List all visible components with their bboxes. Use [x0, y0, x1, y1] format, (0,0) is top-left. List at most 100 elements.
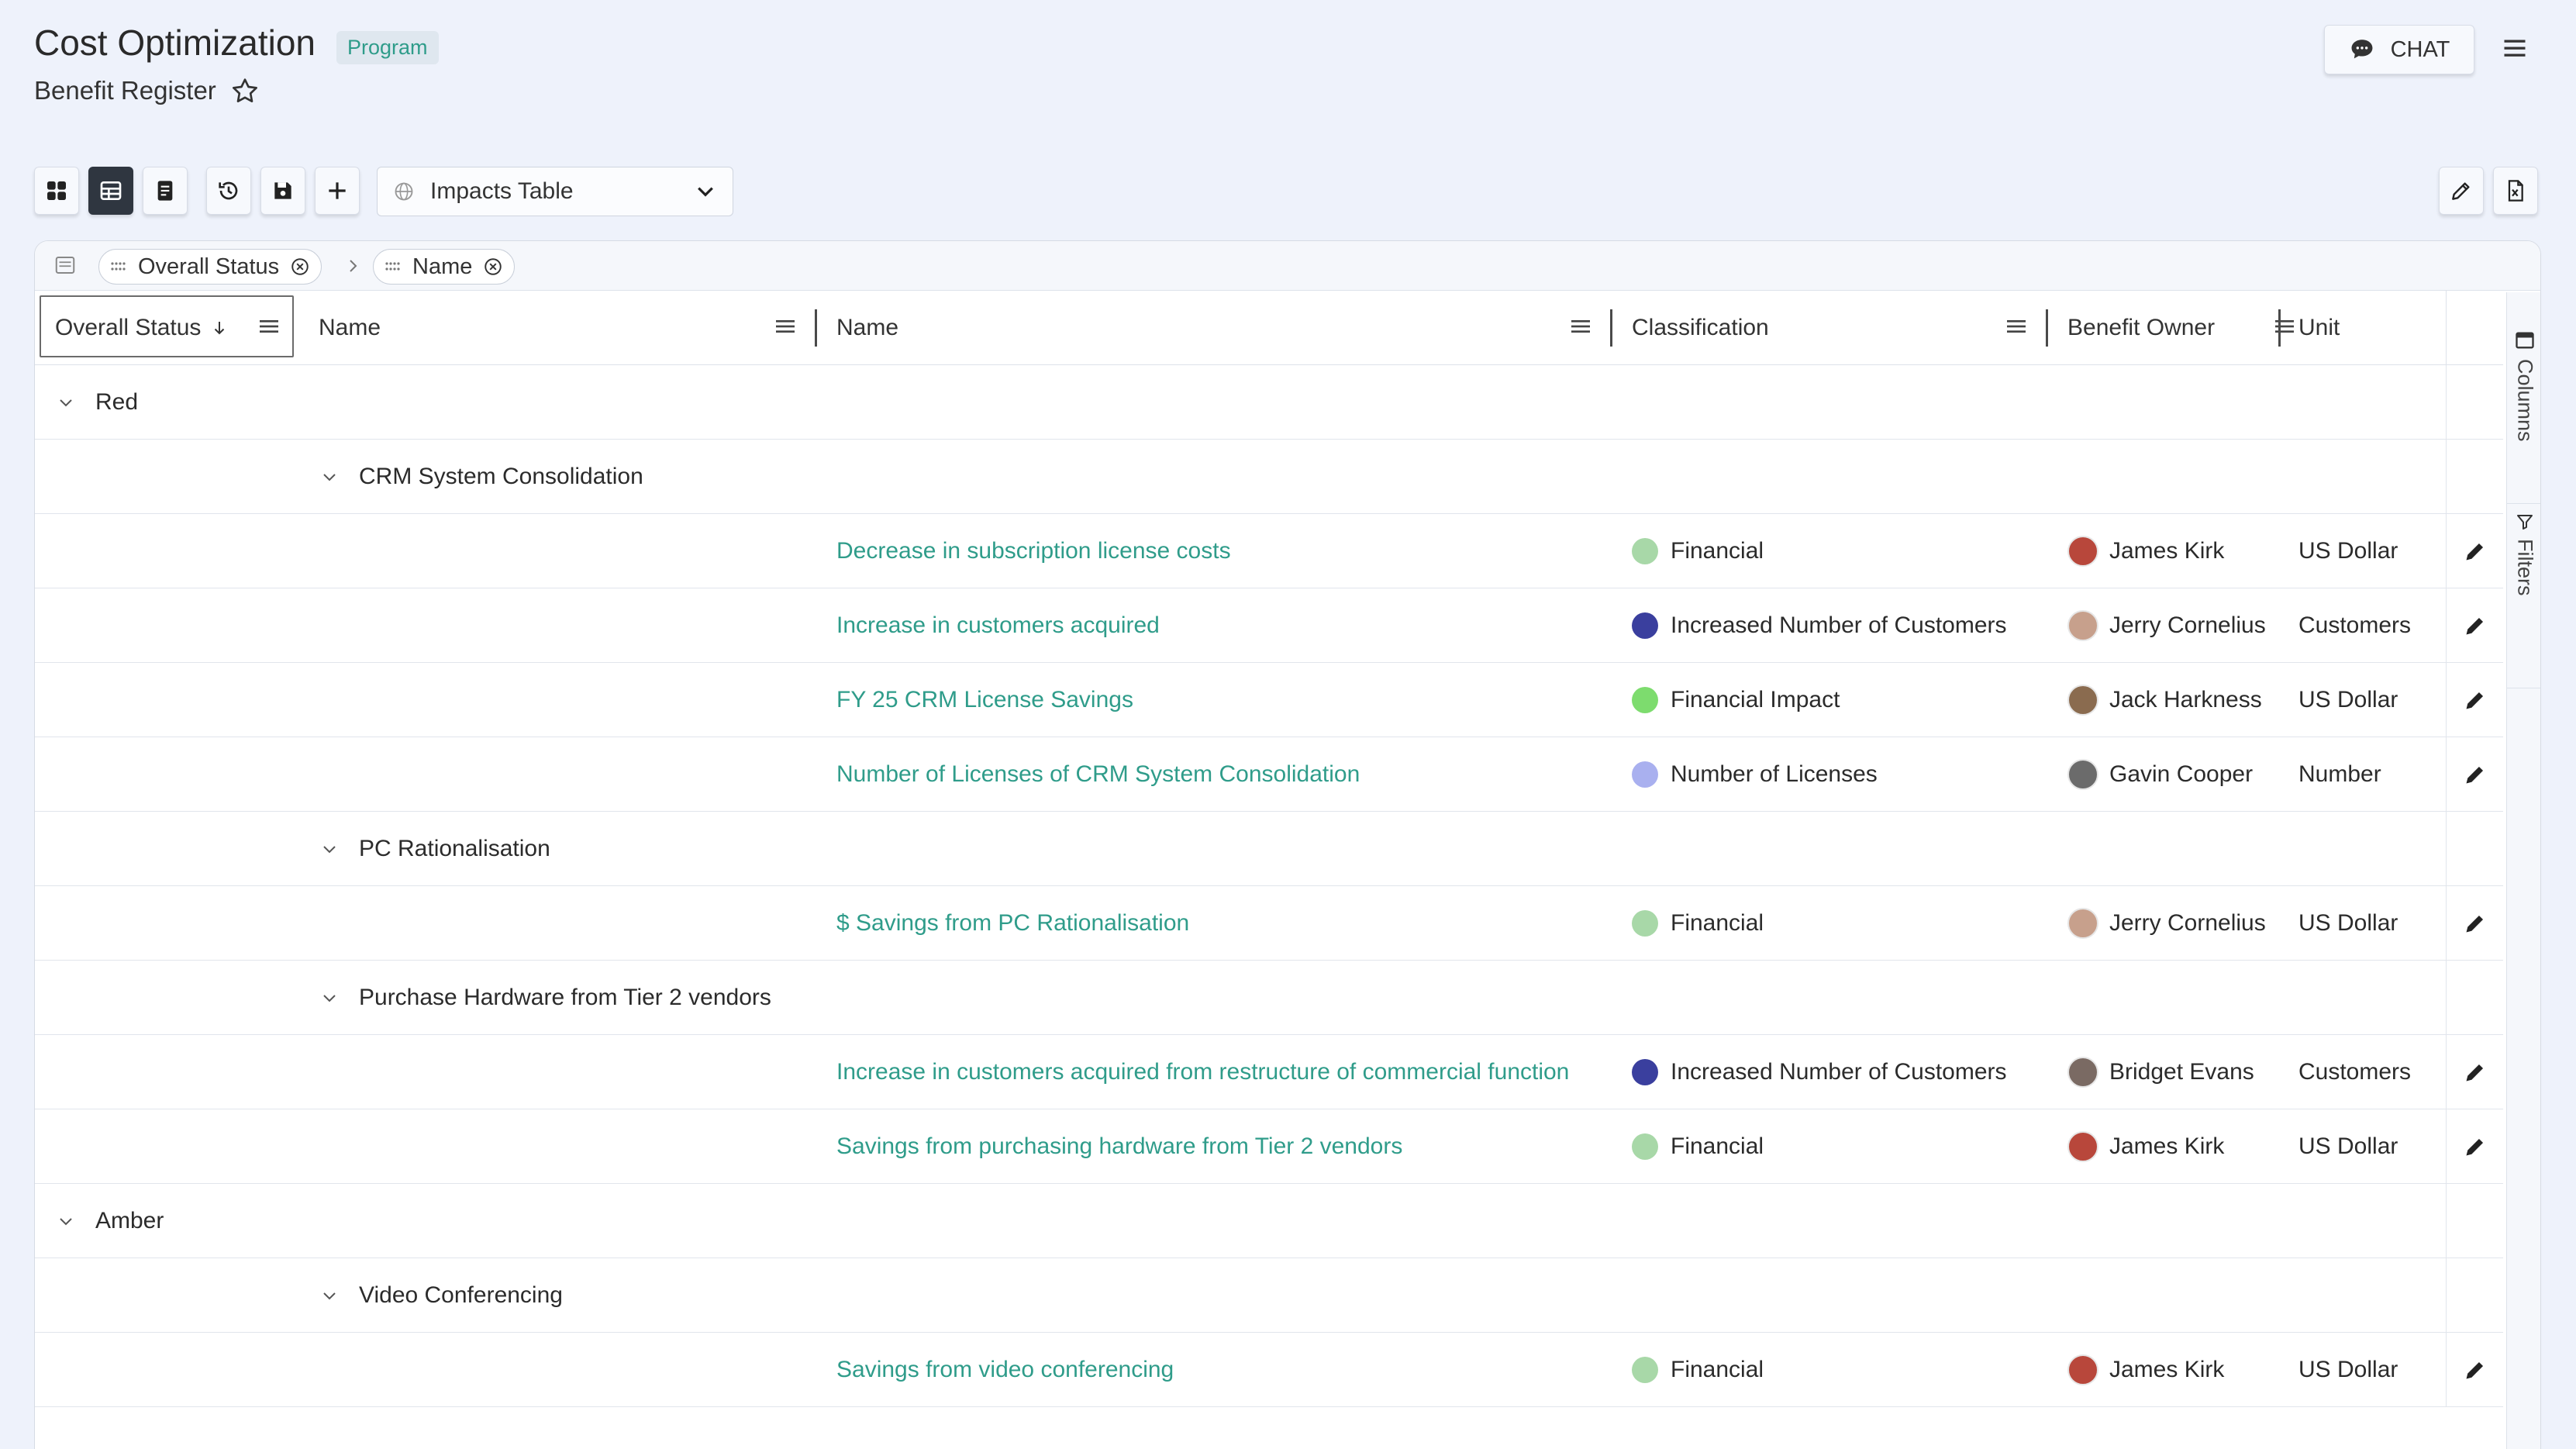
column-header-group-name[interactable]: Name	[319, 291, 381, 365]
table-row[interactable]: Savings from purchasing hardware from Ti…	[35, 1109, 2503, 1184]
name-group-toggle[interactable]: Purchase Hardware from Tier 2 vendors	[320, 961, 771, 1035]
chevron-down-icon[interactable]	[320, 1286, 339, 1305]
column-resize-handle[interactable]	[2278, 309, 2281, 347]
table-row[interactable]: Savings from video conferencing Financial…	[35, 1333, 2503, 1407]
status-group-toggle[interactable]: Red	[57, 365, 138, 440]
row-edit-button[interactable]	[2462, 1109, 2488, 1184]
table-row[interactable]: Increase in customers acquired from rest…	[35, 1035, 2503, 1109]
chevron-down-icon[interactable]	[320, 988, 339, 1007]
chevron-down-icon[interactable]	[57, 1212, 75, 1230]
report-button[interactable]	[143, 167, 188, 215]
table-row[interactable]: Decrease in subscription license costs Fi…	[35, 514, 2503, 588]
column-header-unit[interactable]: Unit	[2298, 291, 2340, 365]
row-action-cell	[2446, 1184, 2503, 1258]
pencil-icon	[2466, 766, 2484, 784]
classification-cell: Financial Impact	[1632, 663, 1840, 737]
table-row[interactable]: $ Savings from PC Rationalisation Financi…	[35, 886, 2503, 961]
group-chip-label: Name	[412, 254, 473, 279]
benefit-owner-cell: James Kirk	[2067, 1109, 2224, 1184]
name-group-row[interactable]: CRM System Consolidation	[35, 440, 2503, 514]
row-action-cell	[2446, 1035, 2503, 1109]
row-edit-button[interactable]	[2462, 663, 2488, 737]
avatar	[2067, 610, 2098, 641]
view-select[interactable]: Impacts Table	[377, 167, 733, 216]
column-menu-icon[interactable]	[2272, 314, 2297, 339]
group-panel-icon[interactable]	[53, 254, 77, 277]
column-menu-icon[interactable]	[773, 314, 798, 339]
row-edit-button[interactable]	[2462, 588, 2488, 663]
table-view-button[interactable]	[88, 167, 133, 215]
pencil-icon	[2466, 1064, 2484, 1082]
name-group-row[interactable]: Video Conferencing	[35, 1258, 2503, 1333]
impact-name-link[interactable]: Increase in customers acquired	[836, 588, 1160, 663]
row-edit-button[interactable]	[2462, 514, 2488, 588]
name-group-toggle[interactable]: PC Rationalisation	[320, 812, 550, 886]
group-chip-overall-status[interactable]: Overall Status	[98, 249, 322, 285]
status-group-row[interactable]: Red	[35, 365, 2503, 440]
name-group-toggle[interactable]: Video Conferencing	[320, 1258, 563, 1333]
columns-panel-tab[interactable]: Columns	[2507, 329, 2540, 442]
name-group-row[interactable]: PC Rationalisation	[35, 812, 2503, 886]
chat-button[interactable]: CHAT	[2324, 25, 2474, 74]
unit-cell: US Dollar	[2298, 538, 2398, 564]
grid-view-button[interactable]	[34, 167, 79, 215]
column-menu-icon[interactable]	[2004, 314, 2029, 339]
column-menu-icon[interactable]	[257, 314, 281, 339]
remove-circle-icon[interactable]	[290, 257, 310, 277]
row-edit-button[interactable]	[2462, 1035, 2488, 1109]
classification-color-dot	[1632, 761, 1658, 788]
rail-divider	[2507, 503, 2540, 504]
column-menu-icon[interactable]	[1568, 314, 1593, 339]
edit-view-button[interactable]	[2439, 167, 2484, 215]
name-group-label: CRM System Consolidation	[359, 464, 643, 489]
row-edit-button[interactable]	[2462, 737, 2488, 812]
filters-panel-tab[interactable]: Filters	[2507, 512, 2540, 596]
add-button[interactable]	[315, 167, 360, 215]
column-header-name[interactable]: Name	[836, 291, 898, 365]
favorite-star-icon[interactable]	[229, 76, 260, 107]
impact-name-link[interactable]: Savings from video conferencing	[836, 1333, 1174, 1407]
column-resize-handle[interactable]	[2046, 309, 2048, 347]
row-edit-button[interactable]	[2462, 886, 2488, 961]
impact-name-link[interactable]: Decrease in subscription license costs	[836, 514, 1231, 588]
impact-name-link[interactable]: FY 25 CRM License Savings	[836, 663, 1133, 737]
classification-cell: Increased Number of Customers	[1632, 1035, 2007, 1109]
column-header-overall-status[interactable]: Overall Status	[55, 291, 229, 365]
row-edit-button[interactable]	[2462, 1333, 2488, 1407]
table-row[interactable]: Increase in customers acquired Increased …	[35, 588, 2503, 663]
classification-cell: Increased Number of Customers	[1632, 588, 2007, 663]
report-icon	[157, 181, 173, 201]
grid-view-icon	[47, 181, 66, 200]
name-group-toggle[interactable]: CRM System Consolidation	[320, 440, 643, 514]
table-row[interactable]: FY 25 CRM License Savings Financial Impac…	[35, 663, 2503, 737]
row-action-cell	[2446, 886, 2503, 961]
excel-export-button[interactable]	[2493, 167, 2538, 215]
group-chip-name[interactable]: Name	[373, 249, 516, 285]
impact-name-link[interactable]: Increase in customers acquired from rest…	[836, 1035, 1569, 1109]
impact-name-link[interactable]: $ Savings from PC Rationalisation	[836, 886, 1189, 961]
column-header-benefit-owner[interactable]: Benefit Owner	[2067, 291, 2215, 365]
column-resize-handle[interactable]	[815, 309, 817, 347]
column-resize-handle[interactable]	[1610, 309, 1612, 347]
program-badge: Program	[336, 31, 439, 64]
column-header-row: Overall Status Name Name Classification …	[35, 291, 2503, 365]
status-group-row[interactable]: Amber	[35, 1184, 2503, 1258]
column-divider	[2446, 291, 2447, 365]
name-group-row[interactable]: Purchase Hardware from Tier 2 vendors	[35, 961, 2503, 1035]
status-group-toggle[interactable]: Amber	[57, 1184, 164, 1258]
classification-color-dot	[1632, 687, 1658, 713]
remove-circle-icon[interactable]	[483, 257, 503, 277]
impact-name-link[interactable]: Number of Licenses of CRM System Consoli…	[836, 737, 1360, 812]
filter-icon	[2517, 515, 2533, 530]
chevron-down-icon[interactable]	[57, 393, 75, 412]
hamburger-menu-icon[interactable]	[2501, 34, 2529, 62]
column-header-classification[interactable]: Classification	[1632, 291, 1769, 365]
row-action-cell	[2446, 737, 2503, 812]
history-button[interactable]	[206, 167, 251, 215]
chevron-down-icon[interactable]	[320, 840, 339, 858]
save-button[interactable]	[260, 167, 305, 215]
table-row[interactable]: Number of Licenses of CRM System Consoli…	[35, 737, 2503, 812]
name-group-label: PC Rationalisation	[359, 836, 550, 861]
chevron-down-icon[interactable]	[320, 467, 339, 486]
impact-name-link[interactable]: Savings from purchasing hardware from Ti…	[836, 1109, 1402, 1184]
